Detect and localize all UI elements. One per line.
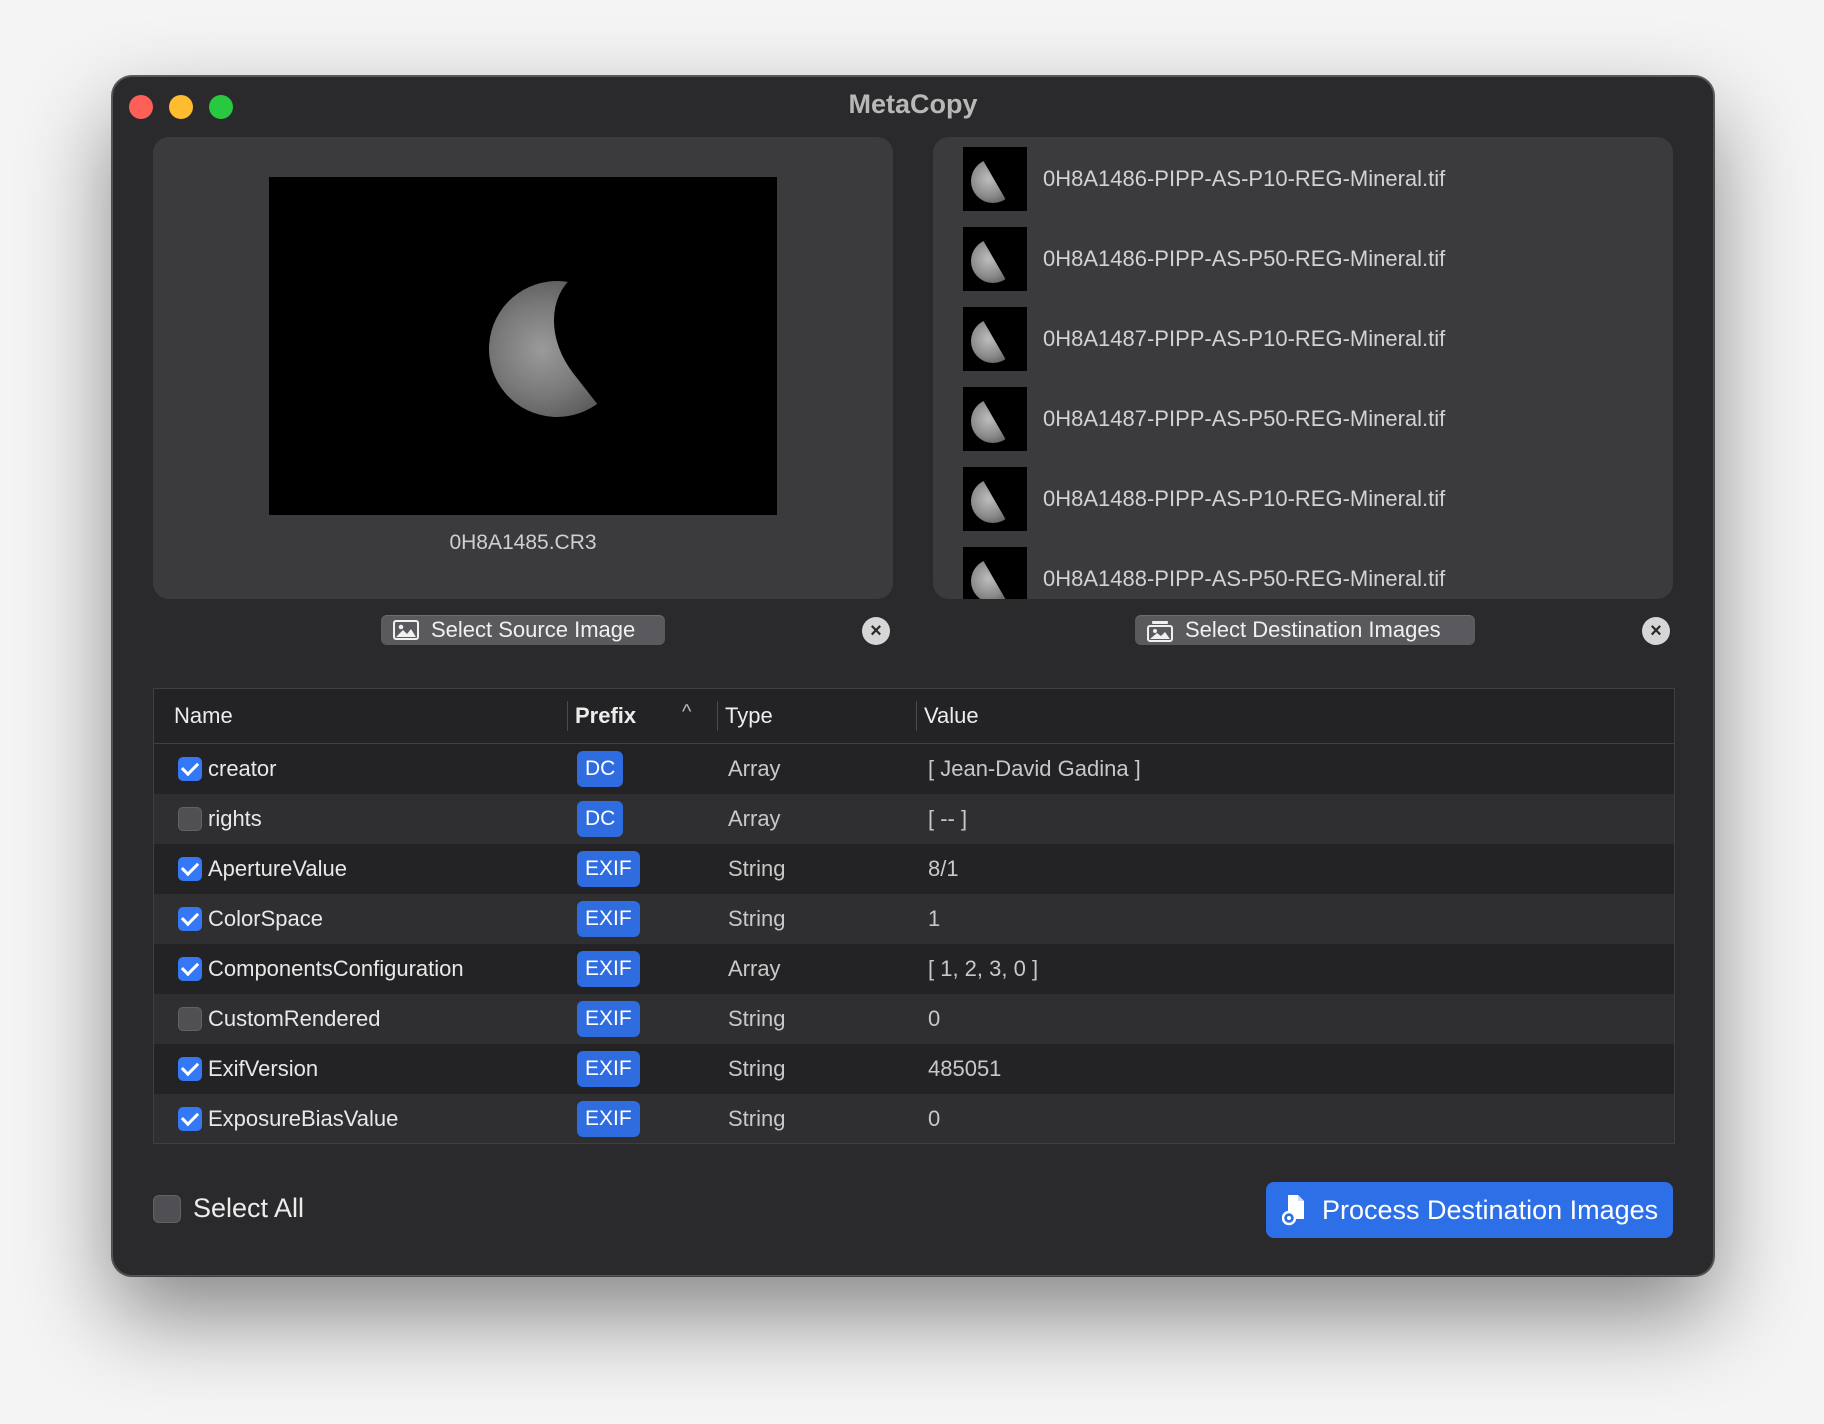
metadata-name: ColorSpace	[208, 906, 323, 931]
destination-filename: 0H8A1488-PIPP-AS-P50-REG-Mineral.tif	[1043, 566, 1446, 591]
doc-gear-icon	[1281, 1193, 1308, 1227]
prefix-badge: EXIF	[577, 851, 640, 887]
moon-shadow	[526, 220, 762, 464]
sort-ascending-icon: ^	[682, 701, 692, 723]
metadata-name: rights	[208, 806, 262, 831]
metadata-value: 8/1	[928, 856, 959, 881]
row-checkbox[interactable]	[178, 857, 202, 881]
destination-filename: 0H8A1488-PIPP-AS-P10-REG-Mineral.tif	[1043, 486, 1446, 511]
destination-filename: 0H8A1486-PIPP-AS-P50-REG-Mineral.tif	[1043, 246, 1446, 271]
list-item[interactable]: 0H8A1488-PIPP-AS-P10-REG-Mineral.tif	[963, 467, 1445, 531]
clear-destinations-button[interactable]: ×	[1642, 617, 1670, 645]
metadata-type: Array	[728, 956, 781, 981]
list-item[interactable]: 0H8A1486-PIPP-AS-P50-REG-Mineral.tif	[963, 227, 1445, 291]
metadata-value: [ Jean-David Gadina ]	[928, 756, 1141, 781]
column-header-value[interactable]: Value	[924, 703, 979, 729]
metadata-type: String	[728, 856, 786, 881]
column-header-name[interactable]: Name	[174, 703, 233, 729]
metadata-value: 485051	[928, 1056, 1002, 1081]
row-checkbox[interactable]	[178, 907, 202, 931]
select-all-label[interactable]: Select All	[193, 1193, 304, 1224]
row-checkbox[interactable]	[178, 957, 202, 981]
column-separator	[717, 701, 718, 731]
destination-filename: 0H8A1487-PIPP-AS-P10-REG-Mineral.tif	[1043, 326, 1446, 351]
table-row[interactable]: ComponentsConfiguration EXIF Array [ 1, …	[154, 944, 1674, 994]
metadata-type: Array	[728, 756, 781, 781]
source-image-preview	[269, 177, 777, 515]
row-checkbox[interactable]	[178, 1057, 202, 1081]
table-row[interactable]: CustomRendered EXIF String 0	[154, 994, 1674, 1044]
thumbnail	[963, 147, 1027, 211]
metadata-name: ExposureBiasValue	[208, 1106, 399, 1131]
list-item[interactable]: 0H8A1487-PIPP-AS-P10-REG-Mineral.tif	[963, 307, 1445, 371]
destination-images-list[interactable]: 0H8A1486-PIPP-AS-P10-REG-Mineral.tif 0H8…	[933, 137, 1673, 599]
select-all-checkbox[interactable]	[153, 1195, 181, 1223]
table-row[interactable]: ColorSpace EXIF String 1	[154, 894, 1674, 944]
metadata-table[interactable]: Name Prefix ^ Type Value creator DC Arra…	[153, 688, 1675, 1144]
column-header-prefix[interactable]: Prefix	[575, 703, 636, 729]
prefix-badge: DC	[577, 801, 624, 837]
table-row[interactable]: ExifVersion EXIF String 485051	[154, 1044, 1674, 1094]
source-filename: 0H8A1485.CR3	[449, 531, 597, 554]
row-checkbox[interactable]	[178, 1107, 202, 1131]
prefix-badge: EXIF	[577, 951, 640, 987]
row-checkbox[interactable]	[178, 1007, 202, 1031]
metadata-name: ComponentsConfiguration	[208, 956, 464, 981]
metadata-type: String	[728, 1056, 786, 1081]
window-title: MetaCopy	[848, 89, 978, 119]
list-item[interactable]: 0H8A1486-PIPP-AS-P10-REG-Mineral.tif	[963, 147, 1445, 211]
metadata-type: String	[728, 1006, 786, 1031]
destination-filename: 0H8A1486-PIPP-AS-P10-REG-Mineral.tif	[1043, 166, 1446, 191]
metadata-name: ApertureValue	[208, 856, 348, 881]
thumbnail	[963, 307, 1027, 371]
select-source-image-button[interactable]: Select Source Image	[381, 615, 665, 645]
prefix-badge: DC	[577, 751, 624, 787]
metadata-name: creator	[208, 756, 277, 781]
metadata-type: String	[728, 1106, 786, 1131]
table-row[interactable]: ExposureBiasValue EXIF String 0	[154, 1094, 1674, 1143]
app-window: MetaCopy 0H8A1485.CR3 0H8A1486-PIPP-AS-P…	[112, 76, 1714, 1276]
thumbnail	[963, 227, 1027, 291]
select-destination-images-button[interactable]: Select Destination Images	[1135, 615, 1475, 645]
prefix-badge: EXIF	[577, 1101, 640, 1137]
row-checkbox[interactable]	[178, 757, 202, 781]
list-item[interactable]: 0H8A1488-PIPP-AS-P50-REG-Mineral.tif	[963, 547, 1445, 599]
metadata-name: ExifVersion	[208, 1056, 319, 1081]
metadata-value: 0	[928, 1106, 941, 1131]
clear-source-button[interactable]: ×	[862, 617, 890, 645]
metadata-value: [ -- ]	[928, 806, 968, 831]
prefix-badge: EXIF	[577, 1051, 640, 1087]
thumbnail	[963, 547, 1027, 599]
prefix-badge: EXIF	[577, 1001, 640, 1037]
column-separator	[916, 701, 917, 731]
source-image-panel[interactable]: 0H8A1485.CR3	[153, 137, 893, 599]
metadata-type: Array	[728, 806, 781, 831]
process-destination-images-label: Process Destination Images	[1322, 1194, 1659, 1225]
column-header-type[interactable]: Type	[725, 703, 773, 729]
photo-stack-icon	[1147, 620, 1173, 642]
metadata-value: 1	[928, 906, 941, 931]
metadata-value: 0	[928, 1006, 941, 1031]
thumbnail	[963, 467, 1027, 531]
select-source-image-label: Select Source Image	[431, 617, 636, 642]
destination-filename: 0H8A1487-PIPP-AS-P50-REG-Mineral.tif	[1043, 406, 1446, 431]
list-item[interactable]: 0H8A1487-PIPP-AS-P50-REG-Mineral.tif	[963, 387, 1445, 451]
prefix-badge: EXIF	[577, 901, 640, 937]
metadata-type: String	[728, 906, 786, 931]
row-checkbox[interactable]	[178, 807, 202, 831]
metadata-value: [ 1, 2, 3, 0 ]	[928, 956, 1039, 981]
title-bar: MetaCopy	[113, 77, 1713, 133]
table-row[interactable]: creator DC Array [ Jean-David Gadina ]	[154, 744, 1674, 794]
table-header: Name Prefix ^ Type Value	[154, 689, 1674, 744]
table-row[interactable]: rights DC Array [ -- ]	[154, 794, 1674, 844]
column-separator	[567, 701, 568, 731]
table-row[interactable]: ApertureValue EXIF String 8/1	[154, 844, 1674, 894]
select-destination-images-label: Select Destination Images	[1185, 617, 1441, 642]
process-destination-images-button[interactable]: Process Destination Images	[1266, 1182, 1673, 1238]
thumbnail	[963, 387, 1027, 451]
metadata-name: CustomRendered	[208, 1006, 381, 1031]
photo-icon	[393, 620, 419, 640]
